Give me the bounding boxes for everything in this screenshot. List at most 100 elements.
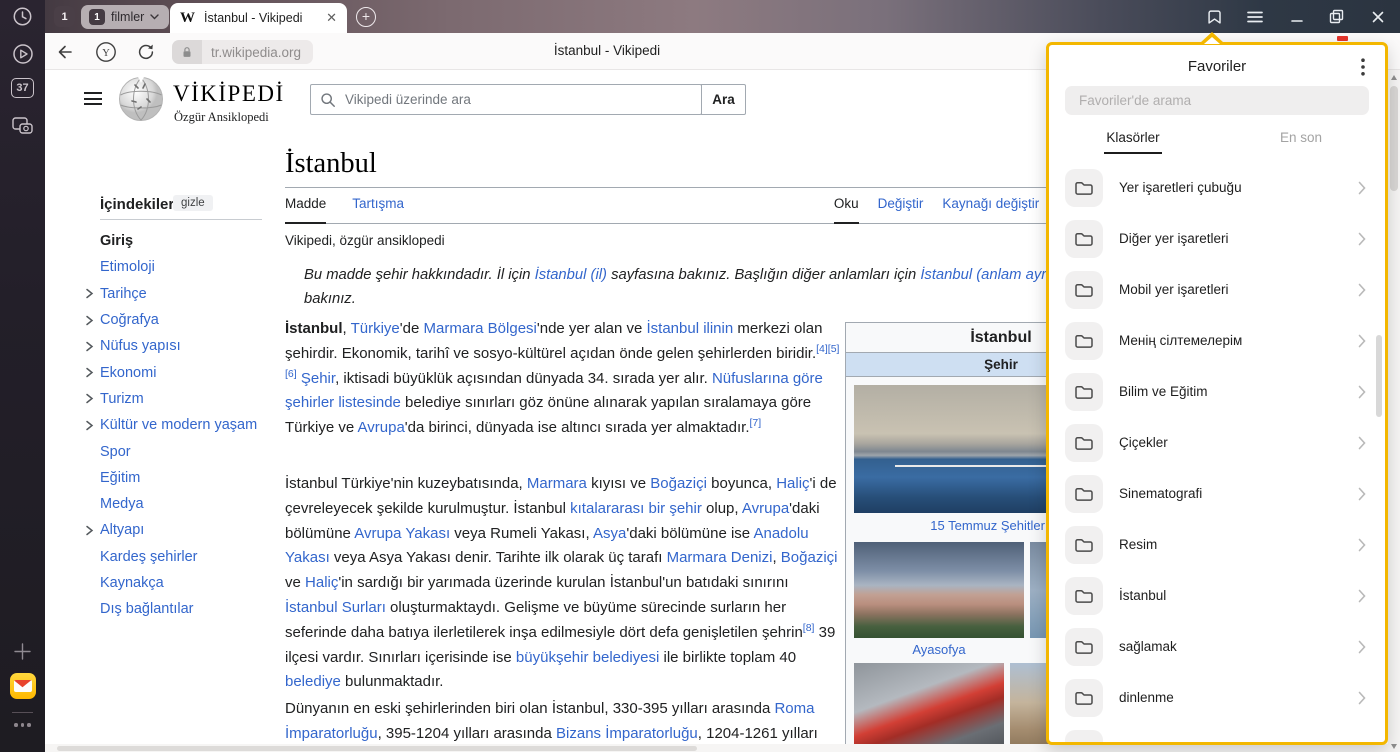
ayasofya-caption[interactable]: Ayasofya bbox=[854, 642, 1024, 657]
folder-item[interactable]: Sinematografi bbox=[1049, 468, 1385, 519]
folder-item[interactable]: Çiçekler bbox=[1049, 417, 1385, 468]
panel-scroll-thumb[interactable] bbox=[1376, 335, 1382, 417]
toc-item[interactable]: Kültür ve modern yaşam bbox=[85, 412, 295, 438]
article-paragraph: İstanbul Türkiye'nin kuzeybatısında, Mar… bbox=[285, 472, 841, 695]
folder-item[interactable]: Resim bbox=[1049, 519, 1385, 570]
folder-item[interactable]: Bilim ve Eğitim bbox=[1049, 366, 1385, 417]
toc-expand-icon[interactable] bbox=[85, 393, 100, 404]
toc-item-label[interactable]: Kültür ve modern yaşam bbox=[100, 417, 257, 433]
toc-item[interactable]: Giriş bbox=[85, 228, 295, 254]
toc-expand-icon[interactable] bbox=[85, 288, 100, 299]
toc-item-label[interactable]: Medya bbox=[100, 496, 144, 512]
tab-close-icon[interactable]: ✕ bbox=[326, 10, 337, 26]
toc-item[interactable]: Dış bağlantılar bbox=[85, 596, 295, 622]
panel-anchor-notch-inner bbox=[1204, 37, 1220, 44]
toc-item-label[interactable]: Giriş bbox=[100, 233, 133, 249]
folder-item[interactable]: Менің сілтемелерім bbox=[1049, 315, 1385, 366]
scroll-up-arrow[interactable] bbox=[1391, 75, 1397, 80]
toc-item-label[interactable]: Spor bbox=[100, 444, 131, 460]
toc-item-label[interactable]: Eğitim bbox=[100, 470, 140, 486]
toc-item[interactable]: Nüfus yapısı bbox=[85, 333, 295, 359]
vertical-scroll-thumb[interactable] bbox=[1390, 86, 1398, 191]
folder-item[interactable]: Diğer yer işaretleri bbox=[1049, 213, 1385, 264]
toc-item-label[interactable]: Coğrafya bbox=[100, 312, 159, 328]
folder-icon bbox=[1065, 322, 1103, 360]
favorites-search-input[interactable] bbox=[1077, 92, 1357, 109]
article-tab[interactable]: Madde bbox=[285, 196, 326, 223]
article-paragraph: İstanbul, Türkiye'de Marmara Bölgesi'nde… bbox=[285, 317, 841, 441]
kebab-menu-icon[interactable] bbox=[1354, 57, 1372, 77]
toc-item-label[interactable]: Nüfus yapısı bbox=[100, 338, 181, 354]
toc-expand-icon[interactable] bbox=[85, 341, 100, 352]
wiki-search-input[interactable] bbox=[343, 91, 701, 108]
toc-expand-icon[interactable] bbox=[85, 367, 100, 378]
tab-group-filmler[interactable]: 1 filmler bbox=[81, 5, 169, 29]
toc-item-label[interactable]: Dış bağlantılar bbox=[100, 601, 194, 617]
toc-item[interactable]: Ekonomi bbox=[85, 359, 295, 385]
collapsed-tab-group[interactable]: 1 bbox=[54, 6, 75, 27]
article-action-tab[interactable]: Kaynağı değiştir bbox=[942, 196, 1039, 223]
article-action-tab[interactable]: Oku bbox=[834, 196, 859, 223]
toc-item-label[interactable]: Turizm bbox=[100, 391, 144, 407]
close-window-button[interactable] bbox=[1366, 5, 1390, 29]
folder-item[interactable]: İstanbul bbox=[1049, 570, 1385, 621]
toc-item[interactable]: Turizm bbox=[85, 386, 295, 412]
counter-badge-value: 37 bbox=[11, 78, 34, 98]
yandex-mail-icon[interactable] bbox=[0, 673, 45, 699]
toc-expand-icon[interactable] bbox=[85, 420, 100, 431]
browser-window: 1 1 filmler W İstanbul - Vikipedi ✕ + bbox=[0, 0, 1400, 752]
toc-expand-icon[interactable] bbox=[85, 315, 100, 326]
active-tab[interactable]: W İstanbul - Vikipedi ✕ bbox=[170, 3, 347, 33]
wiki-main-menu-icon[interactable] bbox=[84, 92, 102, 105]
article-tab[interactable]: Tartışma bbox=[352, 196, 404, 223]
ayasofya-photo[interactable] bbox=[854, 542, 1024, 638]
favorites-tab[interactable]: Klasörler bbox=[1049, 127, 1217, 154]
toc-hide-button[interactable]: gizle bbox=[173, 195, 213, 211]
horizontal-scroll-thumb[interactable] bbox=[57, 746, 697, 751]
scroll-down-arrow[interactable] bbox=[1391, 744, 1397, 749]
restore-window-button[interactable] bbox=[1324, 5, 1348, 29]
toc-item[interactable]: Coğrafya bbox=[85, 307, 295, 333]
video-player-icon[interactable] bbox=[0, 43, 45, 65]
favorites-panel-icon[interactable] bbox=[1203, 5, 1227, 29]
browser-menu-icon[interactable] bbox=[1243, 5, 1267, 29]
wiki-search-box[interactable] bbox=[310, 84, 702, 115]
sidebar-more-icon[interactable] bbox=[0, 723, 45, 727]
new-tab-button[interactable]: + bbox=[356, 7, 376, 27]
toc-item-label[interactable]: Tarihçe bbox=[100, 286, 147, 302]
toc-item-label[interactable]: Altyapı bbox=[100, 522, 144, 538]
folder-item-partial[interactable] bbox=[1049, 723, 1385, 745]
toc-item-label[interactable]: Ekonomi bbox=[100, 365, 156, 381]
screenshot-icon[interactable] bbox=[0, 115, 45, 136]
tram-photo[interactable] bbox=[854, 663, 1004, 751]
toc-item[interactable]: Altyapı bbox=[85, 517, 295, 543]
wikipedia-wordmark[interactable]: VİKİPEDİ bbox=[173, 81, 285, 107]
minimize-button[interactable] bbox=[1285, 5, 1309, 29]
toc-item[interactable]: Etimoloji bbox=[85, 254, 295, 280]
toc-expand-icon[interactable] bbox=[85, 525, 100, 536]
counter-badge-icon[interactable]: 37 bbox=[0, 78, 45, 98]
favorites-tab[interactable]: En son bbox=[1217, 127, 1385, 154]
folder-item[interactable]: Yer işaretleri çubuğu bbox=[1049, 162, 1385, 213]
toc-item-label[interactable]: Kardeş şehirler bbox=[100, 549, 198, 565]
favorites-search-box[interactable] bbox=[1065, 86, 1369, 115]
history-icon[interactable] bbox=[0, 6, 45, 27]
toc-item[interactable]: Spor bbox=[85, 438, 295, 464]
page-horizontal-scrollbar[interactable] bbox=[45, 744, 1388, 752]
add-panel-icon[interactable] bbox=[0, 642, 45, 661]
toc-item[interactable]: Eğitim bbox=[85, 465, 295, 491]
wikipedia-logo[interactable] bbox=[117, 75, 165, 128]
article-action-tab[interactable]: Değiştir bbox=[878, 196, 924, 223]
toc-item[interactable]: Tarihçe bbox=[85, 281, 295, 307]
toc-item-label[interactable]: Etimoloji bbox=[100, 259, 155, 275]
folder-item[interactable]: sağlamak bbox=[1049, 621, 1385, 672]
folder-icon bbox=[1065, 628, 1103, 666]
toc-item[interactable]: Kardeş şehirler bbox=[85, 544, 295, 570]
toc-item-label[interactable]: Kaynakça bbox=[100, 575, 164, 591]
toc-item[interactable]: Kaynakça bbox=[85, 570, 295, 596]
toc-item[interactable]: Medya bbox=[85, 491, 295, 517]
folder-item[interactable]: dinlenme bbox=[1049, 672, 1385, 723]
folder-item[interactable]: Mobil yer işaretleri bbox=[1049, 264, 1385, 315]
wiki-search-button[interactable]: Ara bbox=[701, 84, 746, 115]
page-vertical-scrollbar[interactable] bbox=[1388, 70, 1400, 752]
